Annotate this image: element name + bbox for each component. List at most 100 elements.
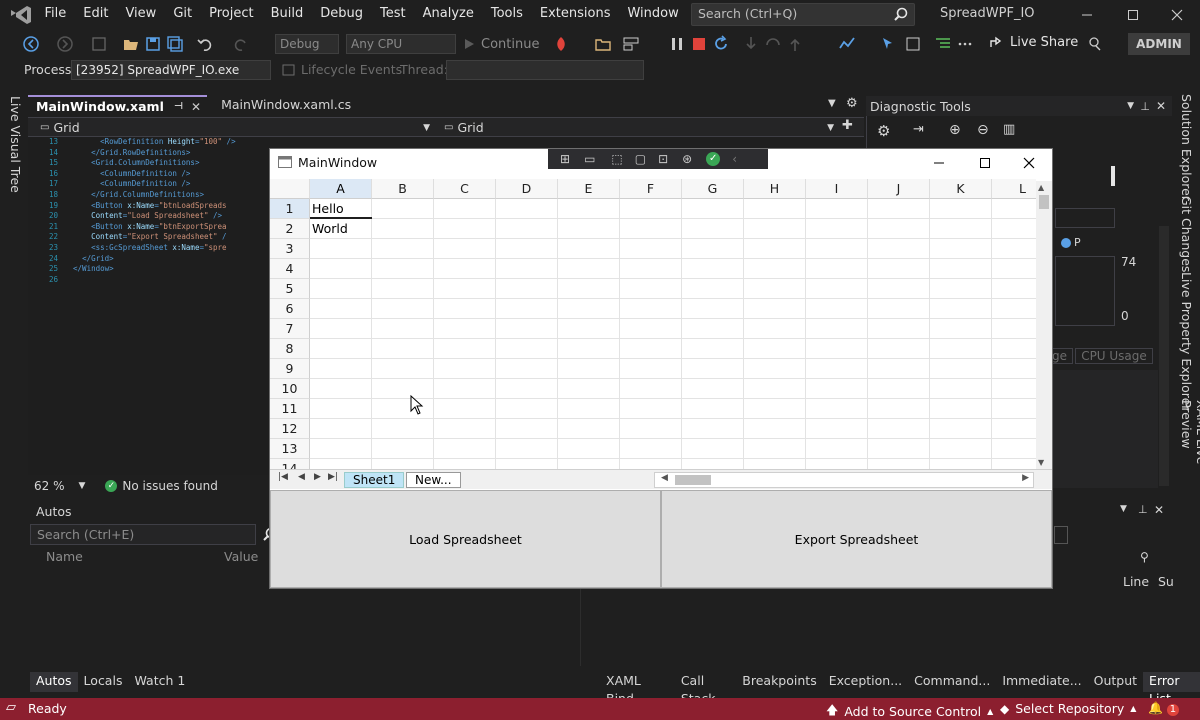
column-header-f[interactable]: F: [620, 179, 682, 199]
pin-icon[interactable]: ⊥: [1140, 100, 1150, 113]
close-icon[interactable]: ✕: [1154, 503, 1164, 517]
nav-right-dropdown[interactable]: ▭ Grid ▼: [436, 119, 838, 137]
nav-left-dropdown[interactable]: ▭ Grid ▼: [32, 119, 434, 137]
pin-icon[interactable]: ⊣: [174, 97, 183, 117]
add-to-source-control-button[interactable]: 🡅 Add to Source Control ▲: [826, 701, 993, 720]
stop-icon[interactable]: [690, 35, 708, 53]
row-header-5[interactable]: 5: [270, 279, 310, 299]
minimize-button[interactable]: [1064, 0, 1110, 30]
select-element-icon[interactable]: [880, 35, 898, 53]
chevron-down-icon[interactable]: ▼: [1127, 101, 1134, 111]
live-property-explorer-tab[interactable]: Live Property Explorer: [1179, 272, 1194, 410]
tab-output[interactable]: Output: [1088, 672, 1143, 692]
display-adorners-icon[interactable]: ▢: [635, 152, 646, 166]
undo-icon[interactable]: [196, 35, 214, 53]
column-header-i[interactable]: I: [806, 179, 868, 199]
row-header-8[interactable]: 8: [270, 339, 310, 359]
column-header-g[interactable]: G: [682, 179, 744, 199]
binding-failures-icon[interactable]: ⊛: [682, 152, 692, 166]
save-icon[interactable]: [144, 35, 162, 53]
menu-analyze[interactable]: Analyze: [414, 0, 482, 30]
menu-debug[interactable]: Debug: [312, 0, 372, 30]
row-header-14[interactable]: 14: [270, 459, 310, 469]
tab-mainwindow-xaml-cs[interactable]: MainWindow.xaml.cs: [213, 95, 357, 117]
chevron-down-icon[interactable]: ▼: [1120, 504, 1127, 514]
redo-icon[interactable]: [232, 35, 250, 53]
user-account-badge[interactable]: ADMIN: [1128, 33, 1190, 55]
column-header-d[interactable]: D: [496, 179, 558, 199]
layout-icon[interactable]: [622, 35, 640, 53]
tab-locals[interactable]: Locals: [78, 672, 129, 692]
git-changes-tab[interactable]: Git Changes: [1179, 196, 1194, 272]
select-element-icon[interactable]: ⬚: [611, 152, 622, 166]
tab-xaml-binding[interactable]: XAML Bind...: [600, 672, 675, 706]
column-suppression[interactable]: Su: [1158, 574, 1174, 589]
configuration-dropdown[interactable]: Debug: [275, 34, 339, 54]
column-header-l[interactable]: L: [992, 179, 1036, 199]
column-value[interactable]: Value: [224, 549, 258, 564]
column-header-a[interactable]: A: [310, 179, 372, 199]
row-header-10[interactable]: 10: [270, 379, 310, 399]
tab-overflow-icon[interactable]: ▼: [828, 98, 836, 109]
menu-edit[interactable]: Edit: [75, 0, 117, 30]
menu-git[interactable]: Git: [165, 0, 201, 30]
row-header-6[interactable]: 6: [270, 299, 310, 319]
settings-gear-icon[interactable]: ⚙: [877, 122, 890, 140]
row-header-12[interactable]: 12: [270, 419, 310, 439]
scroll-down-icon[interactable]: ▼: [1038, 458, 1044, 467]
next-sheet-icon[interactable]: ▶: [314, 472, 321, 482]
close-tab-icon[interactable]: ✕: [191, 97, 201, 117]
step-out-icon[interactable]: [786, 35, 804, 53]
row-header-2[interactable]: 2: [270, 219, 310, 239]
tab-mainwindow-xaml[interactable]: MainWindow.xaml ⊣ ✕: [28, 95, 208, 117]
chevron-down-icon[interactable]: ▼: [79, 481, 86, 491]
scroll-thumb[interactable]: [675, 475, 711, 485]
menu-file[interactable]: File: [36, 0, 75, 30]
menu-extensions[interactable]: Extensions: [531, 0, 619, 30]
search-input[interactable]: Search (Ctrl+Q): [691, 3, 915, 26]
continue-button[interactable]: Continue: [462, 35, 539, 53]
sheet-tab-sheet1[interactable]: Sheet1: [344, 472, 405, 488]
code-editor[interactable]: 13 <RowDefinition Height="100" /> 14 </Gr…: [28, 137, 270, 475]
select-all-corner[interactable]: [270, 179, 310, 199]
forward-icon[interactable]: [56, 35, 74, 53]
step-into-icon[interactable]: [742, 35, 760, 53]
tab-error-list[interactable]: Error List: [1143, 672, 1200, 706]
diagnostics-icon[interactable]: [838, 35, 856, 53]
filter-icon[interactable]: [1054, 526, 1068, 544]
go-to-live-visual-tree-icon[interactable]: ⊞: [560, 152, 570, 166]
export-spreadsheet-button[interactable]: Export Spreadsheet: [661, 490, 1052, 588]
column-header-j[interactable]: J: [868, 179, 930, 199]
tab-watch-1[interactable]: Watch 1: [128, 672, 191, 692]
zoom-level[interactable]: 62 %: [34, 479, 65, 493]
menu-tools[interactable]: Tools: [482, 0, 531, 30]
menu-window[interactable]: Window: [619, 0, 687, 30]
pause-icon[interactable]: [668, 35, 686, 53]
autos-search-input[interactable]: Search (Ctrl+E): [30, 524, 277, 545]
new-sheet-tab[interactable]: New...: [406, 472, 461, 488]
column-line[interactable]: Line: [1123, 574, 1149, 589]
zoom-out-icon[interactable]: ⊖: [977, 122, 989, 138]
row-header-11[interactable]: 11: [270, 399, 310, 419]
tab-immediate-window[interactable]: Immediate...: [996, 672, 1087, 692]
chart-icon[interactable]: ▥: [1003, 122, 1015, 137]
indent-icon[interactable]: [934, 35, 952, 53]
record-icon[interactable]: ▭: [584, 152, 595, 166]
row-header-3[interactable]: 3: [270, 239, 310, 259]
tab-exception-settings[interactable]: Exception...: [823, 672, 908, 692]
load-spreadsheet-button[interactable]: Load Spreadsheet: [270, 490, 661, 588]
save-all-icon[interactable]: [166, 35, 184, 53]
live-share-button[interactable]: Live Share: [988, 34, 1078, 50]
previous-sheet-icon[interactable]: ◀: [298, 472, 305, 482]
zoom-in-icon[interactable]: ⊕: [949, 122, 961, 138]
options-icon[interactable]: [956, 35, 974, 53]
folder-icon[interactable]: [594, 35, 612, 53]
scroll-thumb[interactable]: [1039, 195, 1049, 209]
lifecycle-events-button[interactable]: Lifecycle Events: [282, 62, 402, 77]
app-minimize-button[interactable]: [916, 149, 962, 177]
platform-dropdown[interactable]: Any CPU: [346, 34, 456, 54]
column-name[interactable]: Name: [46, 549, 83, 564]
spreadsheet-grid[interactable]: A B C D E F G H I J K L 1 2 3 4 5 6 7 8 9 10 11 12 13 14 Hello Wor…: [270, 179, 1036, 469]
open-folder-icon[interactable]: [122, 35, 140, 53]
tab-command-window[interactable]: Command...: [908, 672, 996, 692]
